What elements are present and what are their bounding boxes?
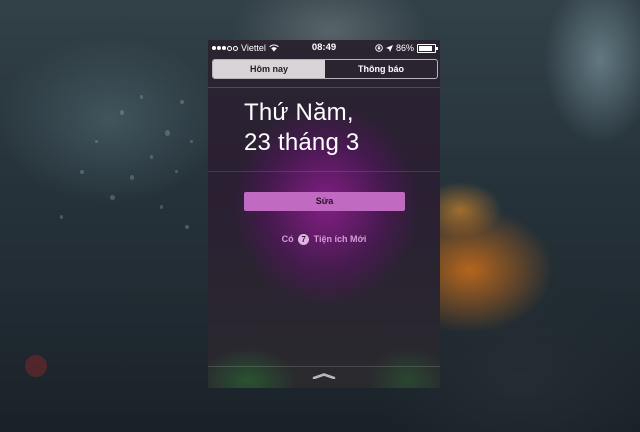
battery-icon	[417, 43, 438, 53]
weekday-label: Thứ Năm,	[244, 99, 354, 126]
tab-notifications[interactable]: Thông báo	[325, 60, 437, 78]
new-widgets-count-badge: 7	[298, 234, 310, 246]
rotation-lock-icon	[375, 44, 383, 52]
header-divider	[208, 87, 440, 88]
date-divider	[208, 171, 440, 172]
edit-button[interactable]: Sửa	[244, 192, 405, 211]
new-widgets-link[interactable]: Có 7 Tiện ích Mới	[208, 232, 440, 246]
new-widgets-label: Tiện ích Mới	[313, 234, 367, 244]
battery-percentage: 86%	[395, 43, 414, 53]
phone-screen: Viettel 08:49 86% Hôm nay Thông báo Thứ …	[208, 40, 440, 388]
location-arrow-icon	[385, 44, 393, 52]
day-month-label: 23 tháng 3	[244, 129, 360, 156]
bottom-divider	[208, 366, 440, 367]
new-widgets-prefix: Có	[281, 234, 294, 244]
view-segmented-control: Hôm nay Thông báo	[212, 59, 438, 79]
status-bar: Viettel 08:49 86%	[208, 40, 440, 56]
date-heading: Thứ Năm, 23 tháng 3	[244, 98, 359, 158]
pull-handle-icon[interactable]	[312, 373, 336, 379]
tab-today[interactable]: Hôm nay	[213, 60, 325, 78]
